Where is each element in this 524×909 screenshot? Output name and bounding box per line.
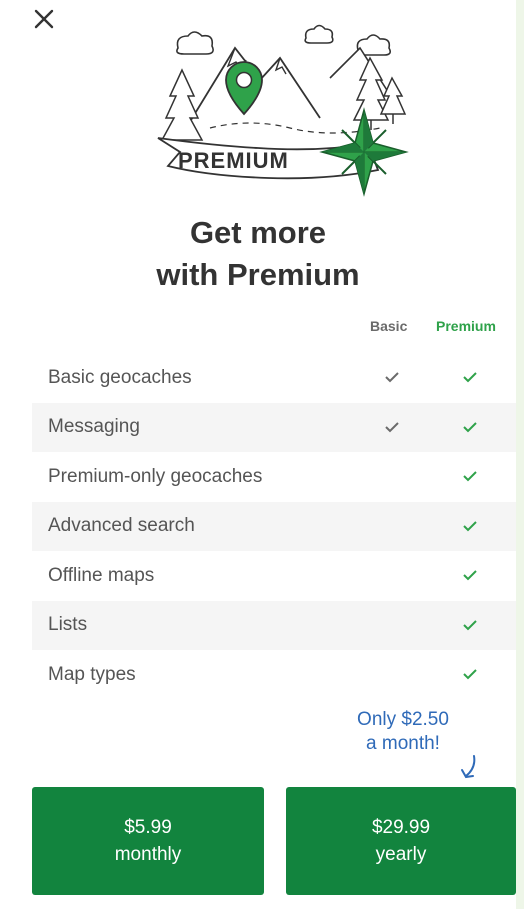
feature-row: Messaging [32,402,516,452]
premium-check-icon [463,619,477,630]
title-line-2: with Premium [156,257,360,292]
premium-upsell-screen: PREMIUM Get more with Premium Basic Prem… [0,0,516,909]
premium-check-icon [463,372,477,383]
feature-label: Map types [48,663,136,685]
premium-check-icon [463,421,477,432]
yearly-period: yearly [375,844,427,865]
banner-text: PREMIUM [178,148,289,173]
promo-note: Only $2.50 a month! [318,708,488,756]
monthly-plan-button[interactable]: $5.99 monthly [32,787,264,895]
promo-line-1: Only $2.50 [357,709,449,730]
title-line-1: Get more [189,215,327,250]
feature-label: Advanced search [48,515,195,537]
feature-table: Basic geocaches Messaging Premium-only g… [32,353,516,700]
premium-check-icon [463,669,477,680]
premium-check-icon [463,520,477,531]
yearly-plan-button[interactable]: $29.99 yearly [286,787,516,895]
premium-check-icon [463,471,477,482]
feature-label: Basic geocaches [48,366,192,388]
feature-row: Lists [32,600,516,650]
feature-label: Messaging [48,416,140,438]
feature-label: Premium-only geocaches [48,465,263,487]
feature-row: Advanced search [32,501,516,551]
feature-row: Offline maps [32,551,516,601]
feature-label: Offline maps [48,564,155,586]
premium-check-icon [463,570,477,581]
feature-label: Lists [48,614,88,636]
monthly-period: monthly [114,844,182,865]
basic-check-icon [385,372,399,383]
feature-row: Basic geocaches [32,353,516,403]
column-header-basic: Basic [370,318,408,334]
curved-arrow-icon [461,755,476,779]
column-header-premium: Premium [436,318,496,334]
page-title: Get more with Premium [0,212,516,296]
feature-row: Premium-only geocaches [32,452,516,502]
close-icon[interactable] [31,6,57,32]
premium-illustration: PREMIUM [157,24,409,197]
basic-check-icon [385,421,399,432]
feature-row: Map types [32,650,516,700]
monthly-price: $5.99 [124,817,172,838]
yearly-price: $29.99 [371,817,431,838]
